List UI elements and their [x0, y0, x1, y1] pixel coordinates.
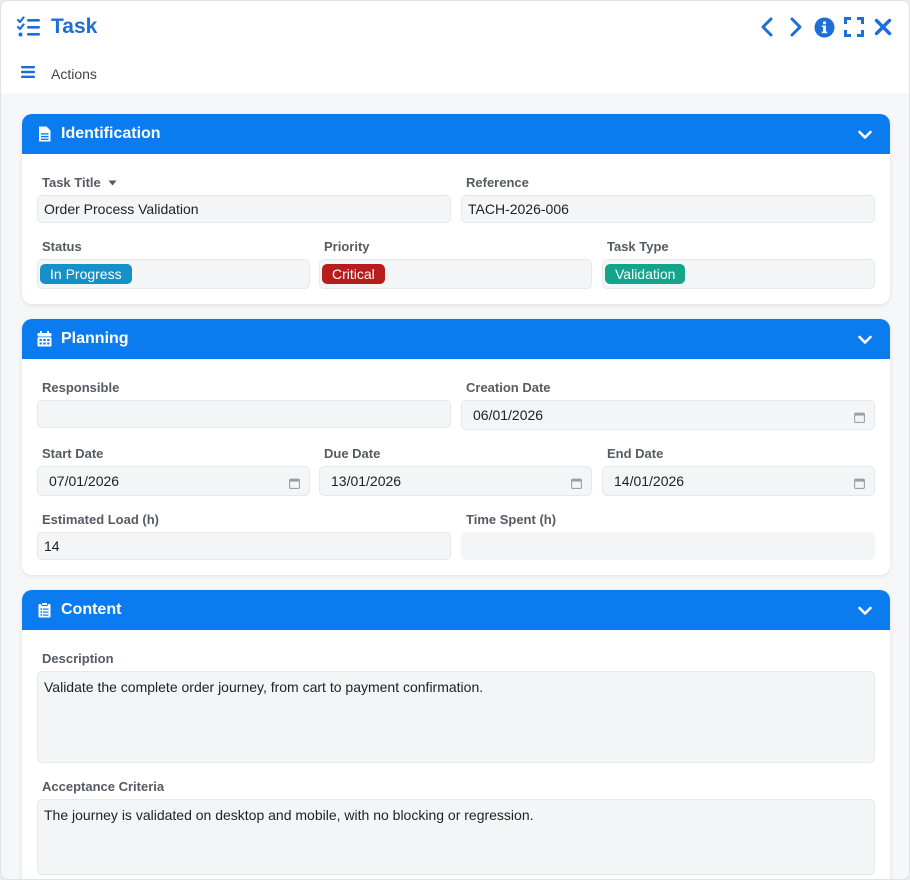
status-badge: In Progress — [40, 264, 132, 284]
responsible-field[interactable] — [37, 400, 451, 428]
estimated-load-input[interactable] — [44, 538, 450, 554]
description-label: Description — [42, 651, 114, 666]
calendar-picker-icon[interactable] — [571, 476, 582, 492]
task-type-field[interactable]: Validation — [602, 259, 875, 289]
chevron-left-icon[interactable] — [752, 15, 781, 39]
time-spent-input[interactable] — [468, 538, 874, 554]
calendar-picker-icon[interactable] — [854, 410, 865, 426]
task-type-badge: Validation — [605, 264, 686, 284]
window-controls — [752, 15, 897, 39]
calendar-picker-icon[interactable] — [289, 476, 300, 492]
end-date-field[interactable]: 14/01/2026 — [602, 466, 875, 496]
task-window: Task Actions Identification Task Title O… — [0, 0, 910, 880]
status-label: Status — [42, 239, 82, 254]
time-spent-field[interactable] — [461, 532, 875, 560]
content-title: Content — [61, 601, 122, 618]
chevron-right-icon[interactable] — [781, 15, 810, 39]
start-date-field[interactable]: 07/01/2026 — [37, 466, 310, 496]
reference-input[interactable] — [468, 201, 874, 217]
task-title-input[interactable] — [44, 201, 450, 217]
priority-label: Priority — [324, 239, 370, 254]
planning-title: Planning — [61, 330, 129, 347]
clipboard-icon — [36, 602, 52, 618]
creation-date-field[interactable]: 06/01/2026 — [461, 400, 875, 430]
actions-menu-button[interactable]: Actions — [21, 65, 97, 83]
due-date-label: Due Date — [324, 446, 381, 461]
due-date-field[interactable]: 13/01/2026 — [319, 466, 592, 496]
task-title-label: Task Title — [42, 175, 117, 190]
estimated-load-field[interactable] — [37, 532, 451, 560]
estimated-load-label: Estimated Load (h) — [42, 512, 160, 527]
planning-section: Planning Responsible Creation Date 06/01… — [22, 319, 890, 575]
time-spent-label: Time Spent (h) — [466, 512, 557, 527]
task-type-label: Task Type — [607, 239, 669, 254]
tasks-list-icon — [17, 16, 41, 38]
reference-label: Reference — [466, 175, 529, 190]
priority-field[interactable]: Critical — [319, 259, 592, 289]
end-date-value: 14/01/2026 — [614, 473, 685, 489]
hamburger-menu-icon — [21, 65, 35, 83]
content-section: Content Description Validate the complet… — [22, 590, 890, 879]
acceptance-criteria-textarea[interactable]: The journey is validated on desktop and … — [37, 799, 875, 875]
reference-field[interactable] — [461, 195, 875, 223]
acceptance-criteria-label: Acceptance Criteria — [42, 779, 165, 794]
start-date-label: Start Date — [42, 446, 104, 461]
caret-down-icon[interactable] — [108, 180, 117, 186]
responsible-input[interactable] — [44, 406, 450, 422]
planning-header[interactable]: Planning — [22, 319, 890, 359]
task-title-field[interactable] — [37, 195, 451, 223]
description-textarea[interactable]: Validate the complete order journey, fro… — [37, 671, 875, 763]
start-date-value: 07/01/2026 — [49, 473, 120, 489]
chevron-down-icon[interactable] — [858, 127, 872, 145]
responsible-label: Responsible — [42, 380, 120, 395]
identification-header[interactable]: Identification — [22, 114, 890, 154]
info-icon[interactable] — [810, 15, 839, 39]
content-header[interactable]: Content — [22, 590, 890, 630]
close-icon[interactable] — [868, 15, 897, 39]
chevron-down-icon[interactable] — [858, 332, 872, 350]
identification-section: Identification Task Title Reference Stat… — [22, 114, 890, 304]
chevron-down-icon[interactable] — [858, 603, 872, 621]
title-row: Task — [17, 13, 97, 41]
status-field[interactable]: In Progress — [37, 259, 310, 289]
calendar-picker-icon[interactable] — [854, 476, 865, 492]
due-date-value: 13/01/2026 — [331, 473, 402, 489]
fullscreen-icon[interactable] — [839, 15, 868, 39]
calendar-icon — [36, 331, 52, 347]
window-header: Task Actions — [1, 1, 909, 93]
identification-title: Identification — [61, 125, 161, 142]
creation-date-label: Creation Date — [466, 380, 551, 395]
creation-date-value: 06/01/2026 — [473, 407, 544, 423]
end-date-label: End Date — [607, 446, 664, 461]
actions-label: Actions — [51, 66, 97, 82]
priority-badge: Critical — [322, 264, 385, 284]
document-icon — [36, 126, 52, 142]
window-title: Task — [51, 15, 98, 38]
